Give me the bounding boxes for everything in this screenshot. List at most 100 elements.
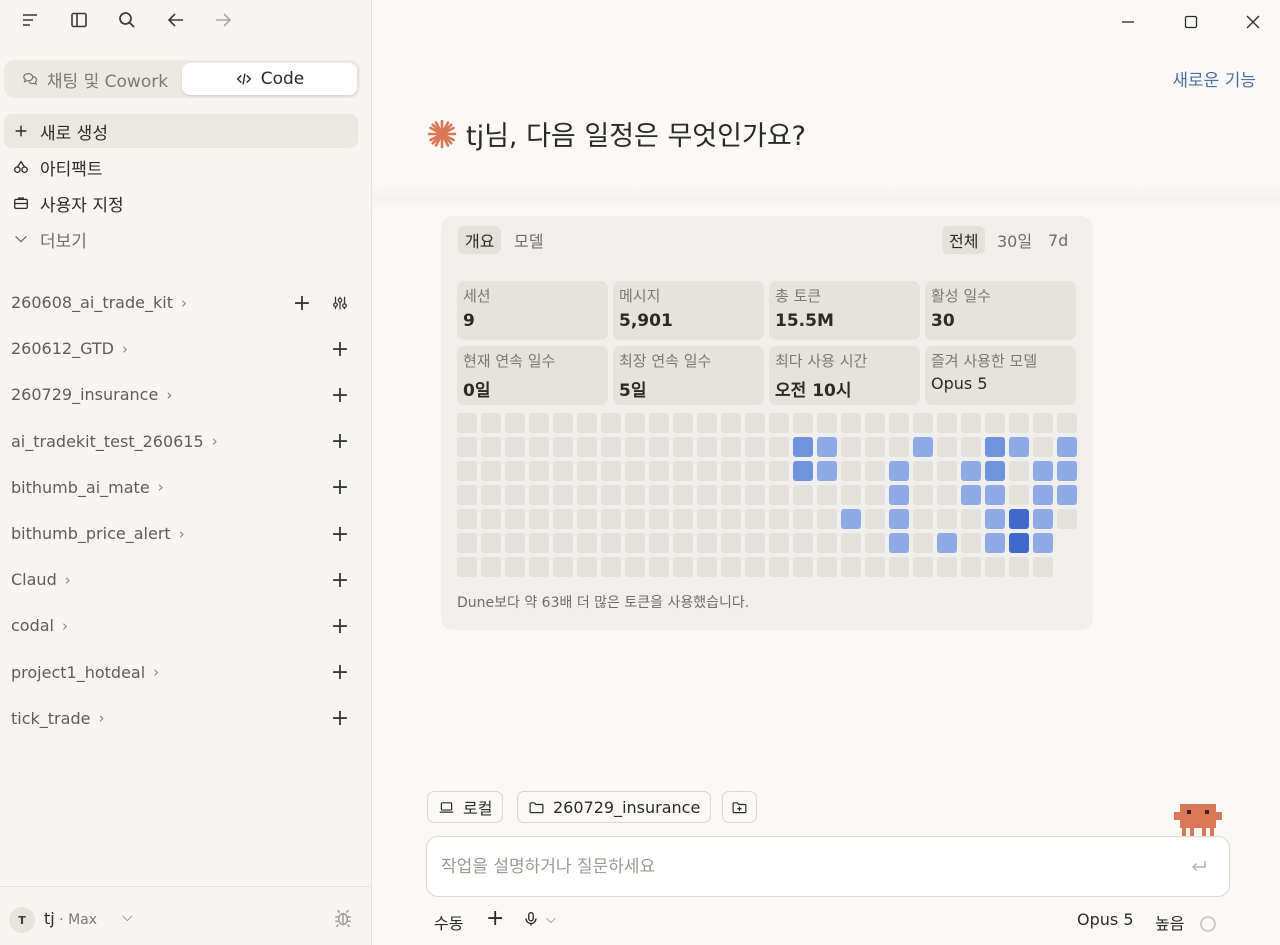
sidebar-item-customize-label: 사용자 지정: [40, 195, 124, 216]
heatmap-cell: [649, 485, 669, 505]
project-item[interactable]: bithumb_price_alert › +: [0, 516, 372, 552]
tab-chat-cowork[interactable]: 채팅 및 Cowork: [7, 63, 182, 95]
tab-code[interactable]: Code: [182, 63, 357, 95]
add-session-plus-icon[interactable]: +: [328, 705, 352, 733]
heatmap-cell: [865, 557, 885, 577]
sidebar-item-customize[interactable]: 사용자 지정: [4, 186, 358, 220]
project-item[interactable]: 260608_ai_trade_kit › +: [0, 285, 372, 321]
forward-arrow-icon[interactable]: [209, 6, 237, 34]
add-session-plus-icon[interactable]: +: [328, 612, 352, 640]
close-icon[interactable]: [1237, 8, 1269, 36]
heatmap-cell: [913, 461, 933, 481]
heatmap-cell: [697, 557, 717, 577]
heatmap-cell: [985, 485, 1005, 505]
heatmap-cell: [529, 413, 549, 433]
project-item[interactable]: codal › +: [0, 608, 372, 644]
stat-card: 즐겨 사용한 모델 Opus 5: [925, 346, 1076, 405]
range-7-days[interactable]: 7d: [1041, 226, 1075, 254]
heatmap-cell: [721, 533, 741, 553]
heatmap-cell: [457, 485, 477, 505]
user-name[interactable]: tj · Max: [44, 909, 97, 928]
heatmap-cell: [961, 557, 981, 577]
effort-selector[interactable]: 높음: [1155, 910, 1184, 934]
tab-overview[interactable]: 개요: [458, 226, 502, 254]
bug-icon[interactable]: [332, 907, 354, 929]
account-chevron-down-icon[interactable]: ⌵: [122, 909, 133, 925]
prompt-input[interactable]: [441, 853, 1161, 881]
heatmap-cell: [1009, 485, 1029, 505]
add-session-plus-icon[interactable]: +: [328, 335, 352, 363]
filter-sliders-icon[interactable]: [328, 291, 352, 315]
project-item[interactable]: tick_trade › +: [0, 701, 372, 737]
heatmap-cell: [505, 557, 525, 577]
heatmap-cell: [673, 557, 693, 577]
avatar[interactable]: T: [9, 907, 35, 933]
heatmap-cell: [1057, 437, 1077, 457]
range-all[interactable]: 전체: [942, 226, 986, 254]
stat-label: 최다 사용 시간: [775, 352, 868, 370]
menu-icon[interactable]: [16, 6, 44, 34]
add-session-plus-icon[interactable]: +: [328, 474, 352, 502]
heatmap-cell: [649, 509, 669, 529]
add-session-plus-icon[interactable]: +: [328, 566, 352, 594]
project-item[interactable]: project1_hotdeal › +: [0, 655, 372, 691]
sidebar-item-artifacts[interactable]: 아티팩트: [4, 150, 358, 184]
project-item[interactable]: 260729_insurance › +: [0, 377, 372, 413]
chevron-right-icon: ›: [180, 293, 187, 312]
heatmap-cell: [505, 437, 525, 457]
project-item[interactable]: bithumb_ai_mate › +: [0, 470, 372, 506]
heatmap-cell: [937, 485, 957, 505]
project-item[interactable]: 260612_GTD › +: [0, 331, 372, 367]
heatmap-cell: [817, 533, 837, 553]
context-usage-ring-icon[interactable]: [1200, 916, 1216, 932]
heatmap-cell: [745, 509, 765, 529]
sidebar-footer: T tj · Max ⌵: [0, 886, 372, 945]
heatmap-cell: [889, 437, 909, 457]
minimize-icon[interactable]: [1112, 8, 1144, 36]
new-session-button[interactable]: 새로 생성: [4, 114, 358, 148]
project-label: project1_hotdeal ›: [11, 663, 159, 682]
add-session-plus-icon[interactable]: +: [328, 381, 352, 409]
project-item[interactable]: ai_tradekit_test_260615 › +: [0, 424, 372, 460]
whats-new-link[interactable]: 새로운 기능: [1172, 66, 1256, 91]
project-label: bithumb_price_alert ›: [11, 524, 185, 543]
add-folder-button[interactable]: [722, 791, 757, 823]
heatmap-cell: [985, 413, 1005, 433]
project-item[interactable]: Claud › +: [0, 562, 372, 598]
range-30-days[interactable]: 30일: [990, 226, 1039, 254]
stat-card: 현재 연속 일수 0일: [457, 346, 608, 405]
heatmap-cell: [505, 413, 525, 433]
enter-return-icon[interactable]: [1189, 856, 1209, 876]
model-selector[interactable]: Opus 5: [1077, 910, 1134, 929]
heatmap-cell: [457, 533, 477, 553]
add-session-plus-icon[interactable]: +: [328, 520, 352, 548]
sidebar-item-artifacts-label: 아티팩트: [40, 159, 103, 180]
back-arrow-icon[interactable]: [162, 6, 190, 34]
add-session-plus-icon[interactable]: +: [328, 659, 352, 687]
folder-chip[interactable]: 260729_insurance: [517, 791, 712, 823]
project-label: codal ›: [11, 616, 68, 635]
heatmap-cell: [721, 485, 741, 505]
permission-mode-button[interactable]: 수동: [434, 910, 463, 934]
attach-plus-icon[interactable]: +: [486, 906, 504, 931]
stat-card: 세션 9: [457, 281, 608, 340]
heatmap-cell: [769, 437, 789, 457]
sidebar-item-more[interactable]: 더보기: [4, 222, 358, 256]
heatmap-cell: [673, 485, 693, 505]
heatmap-cell: [697, 485, 717, 505]
project-name: Claud: [11, 570, 57, 590]
project-name: ai_tradekit_test_260615: [11, 431, 204, 451]
environment-chip[interactable]: 로컬: [427, 791, 504, 823]
add-session-plus-icon[interactable]: +: [328, 428, 352, 456]
add-session-plus-icon[interactable]: +: [290, 289, 314, 317]
heatmap-cell: [1009, 461, 1029, 481]
heatmap-cell: [457, 509, 477, 529]
heatmap-cell: [601, 557, 621, 577]
voice-input-button[interactable]: ⌵: [522, 910, 556, 928]
sidebar-toggle-icon[interactable]: [65, 6, 93, 34]
stat-label: 세션: [463, 287, 491, 305]
tab-models[interactable]: 모델: [507, 226, 550, 254]
maximize-icon[interactable]: [1175, 8, 1207, 36]
search-icon[interactable]: [113, 6, 141, 34]
project-label: Claud ›: [11, 570, 71, 589]
